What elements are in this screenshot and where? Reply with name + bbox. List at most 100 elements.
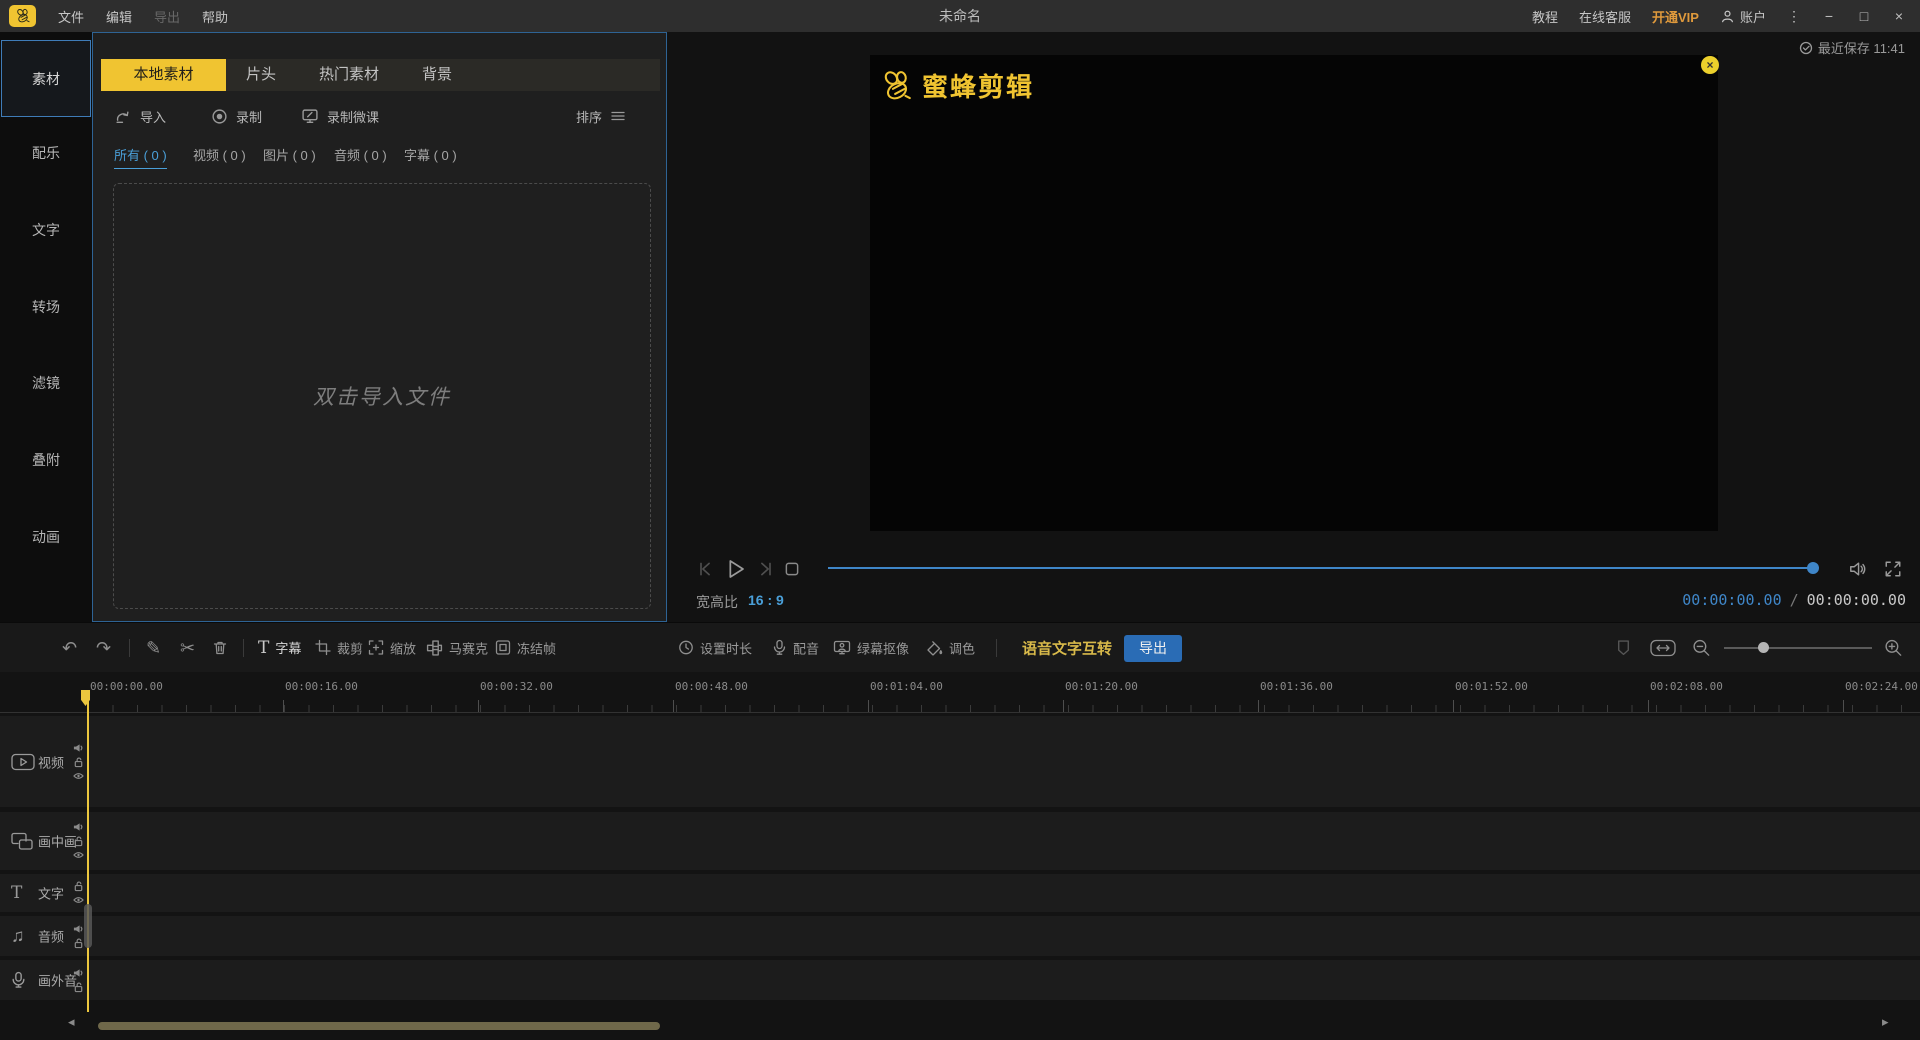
play-button[interactable] bbox=[723, 556, 747, 582]
tab-hot-material[interactable]: 热门素材 bbox=[296, 59, 402, 91]
menu-edit[interactable]: 编辑 bbox=[106, 7, 132, 26]
tab-local-material[interactable]: 本地素材 bbox=[101, 59, 226, 91]
sidebar-item-overlay[interactable]: 叠附 bbox=[0, 450, 92, 470]
tab-intro[interactable]: 片头 bbox=[226, 59, 296, 91]
scroll-right-arrow[interactable]: ▸ bbox=[1882, 1014, 1889, 1030]
tab-background[interactable]: 背景 bbox=[402, 59, 472, 91]
record-lesson-button[interactable]: 录制微课 bbox=[301, 103, 379, 129]
sidebar-item-material[interactable]: 素材 bbox=[1, 40, 91, 117]
project-title: 未命名 bbox=[939, 8, 981, 24]
menu-file[interactable]: 文件 bbox=[58, 7, 84, 26]
track-lock-icon[interactable] bbox=[73, 836, 84, 847]
track-mute-icon[interactable] bbox=[73, 822, 84, 833]
import-button[interactable]: 导入 bbox=[115, 103, 166, 129]
color-grade-tool[interactable]: 调色 bbox=[926, 638, 975, 657]
set-duration-tool[interactable]: 设置时长 bbox=[678, 638, 752, 657]
toolbar-divider bbox=[129, 639, 130, 657]
sidebar-item-filter[interactable]: 滤镜 bbox=[0, 373, 92, 393]
track-audio-lane[interactable]: ♫ 音频 bbox=[0, 916, 1920, 956]
fullscreen-button[interactable] bbox=[1884, 556, 1902, 582]
track-lock-icon[interactable] bbox=[73, 756, 84, 767]
mosaic-icon bbox=[426, 639, 443, 656]
filter-audio[interactable]: 音频 ( 0 ) bbox=[334, 145, 387, 168]
crop-tool[interactable]: 裁剪 bbox=[315, 638, 363, 657]
volume-button[interactable] bbox=[1848, 556, 1868, 582]
ruler-tick-label: 00:00:32.00 bbox=[480, 680, 553, 693]
marker-button[interactable] bbox=[1616, 639, 1631, 656]
account-button[interactable]: 账户 bbox=[1720, 7, 1766, 26]
sidebar-item-transition[interactable]: 转场 bbox=[0, 297, 92, 317]
scroll-left-arrow[interactable]: ◂ bbox=[68, 1014, 75, 1030]
split-button[interactable]: ✂ bbox=[180, 639, 195, 657]
subtitle-tool[interactable]: T 字幕 bbox=[258, 638, 301, 658]
filter-all[interactable]: 所有 ( 0 ) bbox=[114, 145, 167, 169]
import-dropzone[interactable]: 双击导入文件 bbox=[113, 183, 651, 609]
delete-button[interactable] bbox=[212, 640, 228, 656]
stop-button[interactable] bbox=[783, 556, 801, 582]
sidebar-item-music[interactable]: 配乐 bbox=[0, 143, 92, 163]
maximize-button[interactable]: □ bbox=[1857, 8, 1871, 24]
track-mute-icon[interactable] bbox=[73, 968, 84, 979]
ruler-tick-label: 00:01:20.00 bbox=[1065, 680, 1138, 693]
playhead[interactable] bbox=[87, 690, 89, 1012]
timeline-zoom-handle[interactable] bbox=[1758, 642, 1769, 653]
speech-text-toggle[interactable]: 语音文字互转 bbox=[1022, 637, 1112, 658]
track-pip-lane[interactable]: 画中画 bbox=[0, 812, 1920, 870]
ruler-tick-label: 00:00:16.00 bbox=[285, 680, 358, 693]
undo-icon: ↶ bbox=[62, 637, 78, 658]
track-lock-icon[interactable] bbox=[73, 982, 84, 993]
zoom-tool[interactable]: 缩放 bbox=[368, 638, 416, 657]
track-lock-icon[interactable] bbox=[73, 938, 84, 949]
aspect-ratio-value[interactable]: 16 : 9 bbox=[748, 592, 784, 612]
record-button[interactable]: 录制 bbox=[211, 103, 262, 129]
track-text-lane[interactable]: T 文字 bbox=[0, 874, 1920, 912]
timeline-zoom-slider[interactable] bbox=[1724, 647, 1872, 649]
export-button[interactable]: 导出 bbox=[1124, 635, 1182, 662]
filter-video[interactable]: 视频 ( 0 ) bbox=[193, 145, 246, 168]
chroma-key-tool[interactable]: 绿幕抠像 bbox=[833, 638, 909, 657]
step-forward-button[interactable] bbox=[755, 556, 775, 582]
menu-export[interactable]: 导出 bbox=[154, 7, 180, 26]
preview-progress-handle[interactable] bbox=[1807, 562, 1819, 574]
sort-button[interactable]: 排序 bbox=[576, 103, 626, 129]
watermark-close-button[interactable]: × bbox=[1701, 56, 1719, 74]
menu-help[interactable]: 帮助 bbox=[202, 7, 228, 26]
aspect-ratio-label: 宽高比 bbox=[696, 594, 738, 610]
undo-button[interactable]: ↶ bbox=[62, 639, 77, 657]
filter-subtitle[interactable]: 字幕 ( 0 ) bbox=[404, 145, 457, 168]
track-mute-icon[interactable] bbox=[73, 924, 84, 935]
tutorial-link[interactable]: 教程 bbox=[1532, 7, 1558, 26]
support-link[interactable]: 在线客服 bbox=[1579, 7, 1631, 26]
track-lock-icon[interactable] bbox=[73, 881, 84, 892]
track-voiceover-lane[interactable]: 画外音 bbox=[0, 960, 1920, 1000]
edit-button[interactable]: ✎ bbox=[146, 639, 161, 657]
vip-link[interactable]: 开通VIP bbox=[1652, 7, 1699, 26]
track-visibility-icon[interactable] bbox=[73, 895, 84, 906]
sidebar-item-animation[interactable]: 动画 bbox=[0, 527, 92, 547]
track-mute-icon[interactable] bbox=[73, 742, 84, 753]
track-video-lane[interactable]: 视频 bbox=[0, 716, 1920, 807]
trash-icon bbox=[213, 641, 227, 654]
dub-tool[interactable]: 配音 bbox=[772, 638, 819, 657]
track-video-header: 视频 bbox=[0, 716, 92, 807]
step-back-button[interactable] bbox=[696, 556, 716, 582]
minimize-button[interactable]: − bbox=[1822, 8, 1836, 24]
subtitle-T-icon: T bbox=[258, 637, 270, 658]
close-button[interactable]: × bbox=[1892, 8, 1906, 24]
filter-image[interactable]: 图片 ( 0 ) bbox=[263, 145, 316, 168]
zoom-in-button[interactable] bbox=[1884, 638, 1903, 657]
more-menu-icon[interactable]: ⋮ bbox=[1787, 8, 1801, 25]
redo-button[interactable]: ↷ bbox=[96, 639, 111, 657]
track-visibility-icon[interactable] bbox=[73, 850, 84, 861]
sidebar-item-text[interactable]: 文字 bbox=[0, 220, 92, 240]
zoom-out-button[interactable] bbox=[1692, 638, 1711, 657]
preview-progress-bar[interactable] bbox=[828, 567, 1814, 569]
dropzone-hint: 双击导入文件 bbox=[313, 386, 451, 409]
fit-timeline-button[interactable] bbox=[1650, 638, 1676, 658]
vertical-scroll-grip[interactable] bbox=[84, 904, 92, 948]
track-visibility-icon[interactable] bbox=[73, 770, 84, 781]
app-logo-bee-icon[interactable] bbox=[9, 5, 36, 27]
mosaic-tool[interactable]: 马赛克 bbox=[426, 638, 488, 657]
freeze-frame-tool[interactable]: 冻结帧 bbox=[495, 638, 556, 657]
horizontal-scrollbar-thumb[interactable] bbox=[98, 1022, 660, 1030]
